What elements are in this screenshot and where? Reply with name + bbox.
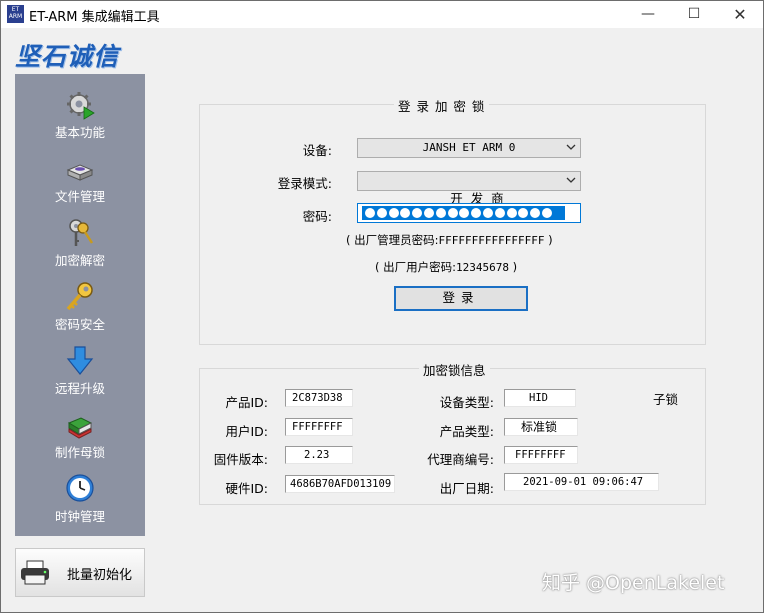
sidebar-item-encrypt-decrypt[interactable]: 加密解密 <box>15 217 145 279</box>
agent-number-value: FFFFFFFF <box>504 446 578 464</box>
login-group-title: 登 录 加 密 锁 <box>394 96 490 115</box>
batch-initialize-button[interactable]: 批量初始化 <box>15 548 145 597</box>
password-masked-value <box>362 206 565 220</box>
password-dot <box>447 208 458 218</box>
sidebar-item-password-security[interactable]: 密码安全 <box>15 281 145 343</box>
sidebar-item-label: 时钟管理 <box>54 509 105 524</box>
password-dot <box>471 208 482 218</box>
sidebar-item-file-management[interactable]: 文件管理 <box>15 153 145 215</box>
password-dot <box>412 208 423 218</box>
lock-info-group-title: 加密锁信息 <box>419 360 490 379</box>
key-icon <box>66 282 93 311</box>
factory-date-value: 2021-09-01 09:06:47 <box>504 473 659 491</box>
password-dot <box>541 208 552 218</box>
user-id-label: 用户ID: <box>225 424 268 439</box>
minimize-button[interactable]: — <box>625 1 671 28</box>
book-icon <box>67 417 93 439</box>
firmware-version-value: 2.23 <box>285 446 353 464</box>
sidebar-item-label: 加密解密 <box>54 253 105 268</box>
password-field[interactable] <box>357 203 581 223</box>
factory-date-label: 出厂日期: <box>439 481 494 496</box>
device-type-label: 设备类型: <box>439 395 494 410</box>
password-label: 密码: <box>302 209 332 224</box>
hardware-id-label: 硬件ID: <box>225 481 268 496</box>
firmware-version-label: 固件版本: <box>213 452 268 467</box>
sidebar-item-label: 密码安全 <box>54 317 105 332</box>
password-dot <box>494 208 505 218</box>
disk-icon <box>66 164 94 181</box>
login-button[interactable]: 登录 <box>394 286 528 311</box>
admin-password-hint: ( 出厂管理员密码:FFFFFFFFFFFFFFFF ) <box>346 233 553 247</box>
app-icon: ET ARM <box>7 5 24 23</box>
sidebar-item-clock-management[interactable]: 时钟管理 <box>15 473 145 535</box>
hardware-id-value: 4686B70AFD013109 <box>285 475 395 493</box>
password-dot <box>400 208 411 218</box>
chevron-down-icon <box>566 177 576 183</box>
batch-initialize-label: 批量初始化 <box>67 568 133 583</box>
clock-icon <box>66 474 94 502</box>
password-dot <box>388 208 399 218</box>
password-dot <box>435 208 446 218</box>
password-dot <box>365 208 375 218</box>
device-select-value: JANSH ET ARM 0 <box>422 141 516 154</box>
user-password-hint: ( 出厂用户密码:12345678 ) <box>375 260 518 274</box>
keys-icon <box>69 219 94 246</box>
sidebar-item-label: 制作母锁 <box>54 445 105 460</box>
sidebar-item-label: 文件管理 <box>54 189 105 204</box>
password-dot <box>530 208 541 218</box>
gear-play-icon <box>67 92 95 120</box>
watermark-text: 知乎 @OpenLakelet <box>542 572 725 594</box>
sidebar-item-label: 远程升级 <box>54 381 105 396</box>
product-type-value: 标准锁 <box>504 418 578 436</box>
sidebar-item-remote-upgrade[interactable]: 远程升级 <box>15 345 145 407</box>
sidebar-item-label: 基本功能 <box>54 125 105 140</box>
app-window: ET ARM ET-ARM 集成编辑工具 — ☐ ✕ 坚石诚信 基本功能 文件管… <box>0 0 764 613</box>
close-button[interactable]: ✕ <box>717 1 763 28</box>
login-mode-select[interactable]: 开 发 商 <box>357 171 581 206</box>
product-id-label: 产品ID: <box>225 395 268 410</box>
down-arrow-icon <box>66 346 94 375</box>
password-dot <box>459 208 470 218</box>
sidebar: 基本功能 文件管理 加密解密 密码安全 远程升级 制作母锁 时钟管理 <box>15 74 145 536</box>
product-id-value: 2C873D38 <box>285 389 353 407</box>
printer-icon <box>21 560 49 585</box>
agent-number-label: 代理商编号: <box>427 452 494 467</box>
sub-lock-label: 子锁 <box>653 392 679 407</box>
device-select[interactable]: JANSH ET ARM 0 <box>357 138 581 158</box>
password-dot <box>506 208 517 218</box>
device-type-value: HID <box>504 389 576 407</box>
password-dot <box>482 208 493 218</box>
maximize-button[interactable]: ☐ <box>671 1 717 28</box>
password-dot <box>376 208 387 218</box>
sidebar-item-basic-functions[interactable]: 基本功能 <box>15 89 145 151</box>
password-dot <box>518 208 529 218</box>
sidebar-item-make-master-lock[interactable]: 制作母锁 <box>15 409 145 471</box>
chevron-down-icon <box>566 144 576 150</box>
title-bar[interactable]: ET ARM ET-ARM 集成编辑工具 — ☐ ✕ <box>1 1 763 28</box>
password-dot <box>423 208 434 218</box>
user-id-value: FFFFFFFF <box>285 418 353 436</box>
device-label: 设备: <box>302 143 332 158</box>
window-title: ET-ARM 集成编辑工具 <box>29 10 160 25</box>
brand-logo: 坚石诚信 <box>15 42 120 71</box>
login-mode-label: 登录模式: <box>277 176 332 191</box>
product-type-label: 产品类型: <box>439 424 494 439</box>
